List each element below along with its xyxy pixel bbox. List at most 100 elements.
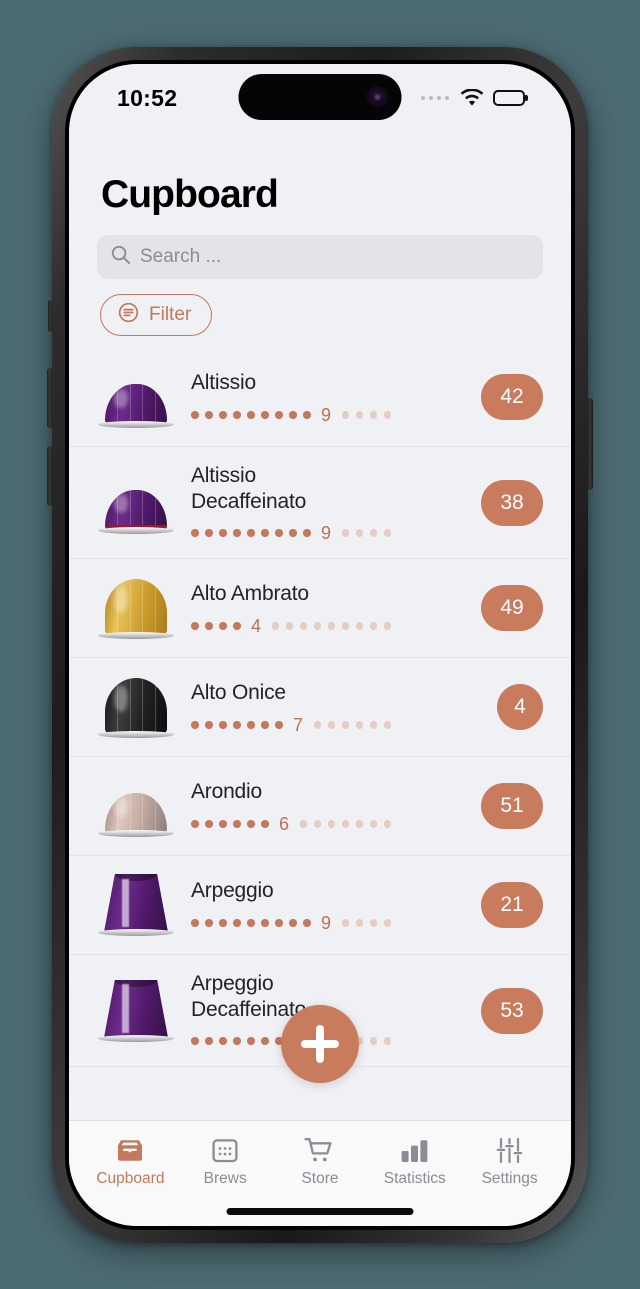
intensity-dot-on: [233, 1037, 241, 1045]
intensity-dot-on: [191, 1037, 199, 1045]
intensity-dot-off: [355, 411, 364, 419]
intensity-dot-off: [271, 622, 280, 630]
cart-icon: [304, 1134, 335, 1164]
stock-count-badge: 38: [481, 479, 543, 526]
phone-frame: 10:52 Cupboard Search ... Filter Altissi…: [52, 47, 588, 1243]
intensity-dot-off: [327, 721, 336, 729]
intensity-dot-off: [341, 919, 350, 927]
intensity-dot-off: [383, 411, 392, 419]
intensity-dot-on: [205, 820, 213, 828]
intensity-meter: 6: [191, 815, 471, 833]
capsule-name: Alto Ambrato: [191, 582, 309, 606]
intensity-dot-off: [369, 411, 378, 419]
intensity-dot-off: [355, 721, 364, 729]
intensity-dot-off: [299, 820, 308, 828]
table-row[interactable]: Altissio Decaffeinato 9 38: [69, 447, 571, 559]
table-row[interactable]: Arondio 6 51: [69, 757, 571, 856]
tab-settings[interactable]: Settings: [462, 1134, 557, 1188]
intensity-dot-off: [369, 721, 378, 729]
stock-count-badge: 21: [481, 882, 543, 928]
intensity-dot-on: [233, 411, 241, 419]
intensity-dot-on: [191, 919, 199, 927]
intensity-meter: 9: [191, 914, 471, 932]
intensity-dot-on: [247, 411, 255, 419]
tab-store[interactable]: Store: [273, 1134, 368, 1188]
cupboard-list[interactable]: Altissio 9 42 Altissio Decaffeinato 9 38…: [69, 348, 571, 1067]
capsule-thumbnail: [97, 466, 175, 540]
intensity-dot-on: [191, 721, 199, 729]
capsule-thumbnail: [97, 670, 175, 744]
intensity-meter: 9: [191, 524, 471, 542]
intensity-dot-on: [191, 820, 199, 828]
intensity-dot-on: [247, 919, 255, 927]
signal-dots-icon: [420, 95, 449, 101]
intensity-dot-on: [219, 820, 227, 828]
capsule-thumbnail: [97, 868, 175, 942]
intensity-dot-on: [289, 529, 297, 537]
table-row[interactable]: Alto Ambrato 4 49: [69, 559, 571, 658]
search-input[interactable]: Search ...: [97, 235, 543, 279]
calendar-grid-icon: [211, 1134, 239, 1164]
intensity-meter: 7: [191, 716, 487, 734]
sliders-icon: [495, 1134, 524, 1164]
front-camera-icon: [366, 86, 389, 108]
intensity-dot-on: [261, 411, 269, 419]
plus-icon-vertical: [316, 1025, 324, 1063]
intensity-dot-off: [369, 919, 378, 927]
wifi-icon: [460, 89, 484, 107]
intensity-dot-on: [205, 622, 213, 630]
phone-bezel: 10:52 Cupboard Search ... Filter Altissi…: [65, 60, 575, 1230]
intensity-dot-off: [369, 820, 378, 828]
main-content: Cupboard Search ... Filter Altissio 9 42…: [69, 173, 571, 1067]
phone-screen: 10:52 Cupboard Search ... Filter Altissi…: [69, 64, 571, 1226]
filter-button[interactable]: Filter: [100, 294, 213, 336]
intensity-dot-on: [205, 919, 213, 927]
stock-count-badge: 51: [481, 783, 543, 829]
intensity-value: 9: [321, 523, 332, 544]
intensity-dot-on: [233, 820, 241, 828]
tab-cupboard[interactable]: Cupboard: [83, 1134, 178, 1188]
intensity-dot-off: [383, 820, 392, 828]
intensity-dot-on: [219, 411, 227, 419]
intensity-dot-on: [261, 721, 269, 729]
capsule-name: Altissio Decaffeinato: [191, 463, 307, 513]
intensity-dot-on: [219, 1037, 227, 1045]
capsule-name: Altissio: [191, 371, 256, 395]
tray-icon: [115, 1134, 145, 1164]
intensity-dot-on: [247, 529, 255, 537]
intensity-dot-on: [219, 721, 227, 729]
intensity-value: 9: [321, 912, 332, 933]
intensity-dot-off: [285, 622, 294, 630]
status-bar-clock: 10:52: [117, 84, 178, 111]
intensity-dot-on: [303, 919, 311, 927]
search-icon: [110, 244, 131, 270]
intensity-value: 9: [321, 404, 332, 425]
tab-statistics[interactable]: Statistics: [367, 1134, 462, 1188]
intensity-value: 6: [279, 813, 290, 834]
status-bar-indicators: [420, 89, 525, 107]
intensity-dot-off: [369, 1037, 378, 1045]
intensity-dot-off: [327, 820, 336, 828]
intensity-dot-on: [261, 820, 269, 828]
tab-label: Statistics: [383, 1170, 446, 1187]
intensity-dot-on: [247, 820, 255, 828]
intensity-value: 4: [251, 615, 262, 636]
intensity-dot-on: [303, 411, 311, 419]
stock-count-badge: 4: [497, 684, 543, 730]
tab-brews[interactable]: Brews: [178, 1134, 273, 1188]
intensity-dot-on: [219, 529, 227, 537]
intensity-dot-on: [289, 411, 297, 419]
intensity-dot-on: [205, 411, 213, 419]
intensity-dot-on: [275, 529, 283, 537]
home-indicator[interactable]: [226, 1208, 414, 1215]
table-row[interactable]: Altissio 9 42: [69, 348, 571, 447]
table-row[interactable]: Arpeggio 9 21: [69, 856, 571, 955]
intensity-dot-off: [383, 1037, 392, 1045]
intensity-dot-off: [327, 622, 336, 630]
intensity-meter: 4: [191, 617, 471, 635]
table-row[interactable]: Alto Onice 7 4: [69, 658, 571, 757]
tab-label: Brews: [203, 1170, 247, 1187]
tab-label: Store: [301, 1170, 339, 1187]
add-button[interactable]: [281, 1005, 359, 1083]
row-body: Altissio Decaffeinato 9: [189, 463, 471, 542]
